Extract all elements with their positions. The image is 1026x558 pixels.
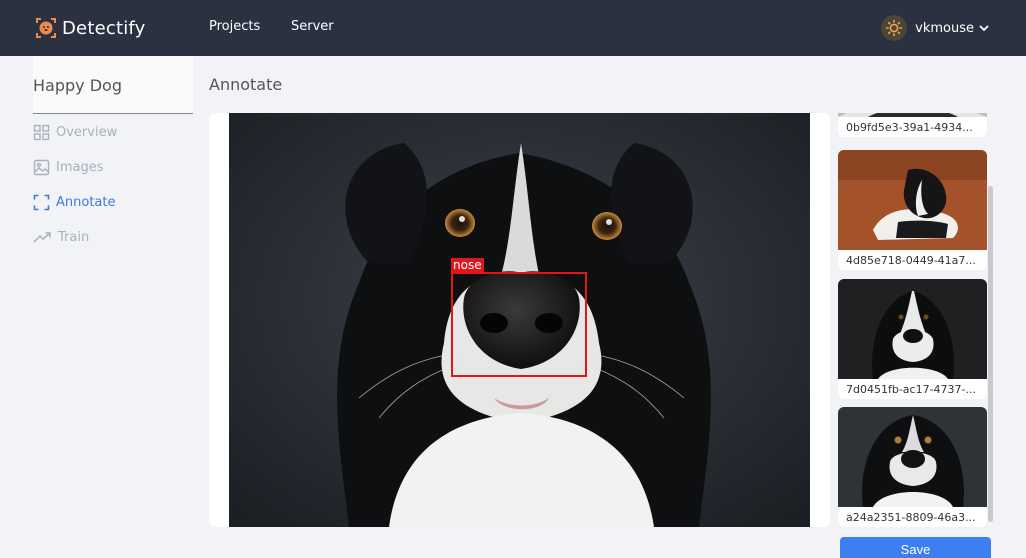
nav-projects-link[interactable]: Projects (209, 19, 260, 34)
thumbnail-image (838, 113, 987, 117)
sidebar-item-overview[interactable]: Overview (33, 122, 117, 142)
thumbnail-card[interactable]: a24a2351-8809-46a3... (838, 407, 987, 527)
username: vkmouse (915, 20, 974, 36)
sidebar: Happy Dog Overview Images Annotate Train (33, 56, 193, 296)
divider (33, 113, 193, 114)
sidebar-item-label: Overview (56, 124, 118, 140)
thumbnail-card[interactable]: 4d85e718-0449-41a7... (838, 150, 987, 270)
focus-frame-icon (33, 194, 50, 210)
bounding-box-label[interactable]: nose (451, 258, 484, 273)
user-menu[interactable]: vkmouse (881, 14, 990, 42)
logo-icon (36, 18, 56, 38)
image-icon (33, 159, 50, 175)
brand[interactable]: Detectify (34, 14, 146, 42)
thumbnail-card[interactable]: 0b9fd5e3-39a1-4934... (838, 113, 987, 137)
sidebar-item-train[interactable]: Train (33, 227, 89, 247)
page-title: Annotate (209, 75, 283, 94)
sidebar-item-label: Train (58, 229, 90, 245)
sidebar-item-label: Images (56, 159, 104, 175)
top-nav-bar: Detectify Projects Server vkmouse (0, 0, 1026, 56)
scrollbar-thumb[interactable] (988, 186, 993, 522)
save-button[interactable]: Save (840, 537, 991, 558)
thumbnail-caption: 4d85e718-0449-41a7... (846, 254, 976, 267)
chevron-down-icon (979, 25, 989, 32)
thumbnail-image (838, 279, 987, 379)
sun-icon (885, 19, 903, 37)
avatar (881, 15, 908, 41)
bounding-box[interactable] (451, 272, 587, 377)
thumbnail-caption: 7d0451fb-ac17-4737-... (846, 383, 977, 396)
nav-server-link[interactable]: Server (291, 19, 334, 34)
thumbnail-caption: 0b9fd5e3-39a1-4934... (846, 121, 973, 134)
thumbnail-image (838, 407, 987, 507)
grid-icon (33, 124, 50, 140)
thumbnail-caption: a24a2351-8809-46a3... (846, 511, 976, 524)
sidebar-item-images[interactable]: Images (33, 157, 104, 177)
thumbnail-card[interactable]: 7d0451fb-ac17-4737-... (838, 279, 987, 399)
sidebar-item-label: Annotate (56, 194, 116, 210)
sidebar-item-annotate[interactable]: Annotate (33, 192, 115, 212)
project-title: Happy Dog (33, 76, 122, 95)
trending-up-icon (33, 231, 51, 243)
thumbnail-list[interactable]: 0b9fd5e3-39a1-4934... 4d85e718-0449-41a7… (836, 113, 994, 527)
app-name: Detectify (62, 17, 146, 39)
thumbnail-image (838, 150, 987, 250)
annotation-canvas[interactable]: nose (209, 113, 830, 527)
